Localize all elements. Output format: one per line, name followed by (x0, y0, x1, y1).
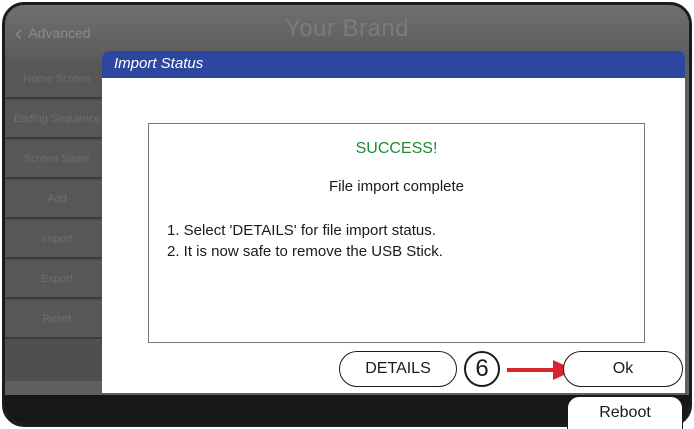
sidebar-item-reset[interactable]: Reset (5, 301, 109, 339)
import-status-dialog: Import Status SUCCESS! File import compl… (102, 51, 685, 393)
success-heading: SUCCESS! (355, 140, 438, 157)
sidebar-item-label: Home Screen (23, 72, 91, 85)
ok-button-label: Ok (612, 360, 634, 377)
sidebar-item-label: Import (41, 232, 73, 245)
ok-button[interactable]: Ok (563, 351, 683, 387)
sidebar-item-import[interactable]: Import (5, 221, 109, 259)
sidebar-item-label: Screen Saver (23, 152, 91, 165)
instruction-list: 1. Select 'DETAILS' for file import stat… (167, 220, 443, 262)
instruction-step: 1. Select 'DETAILS' for file import stat… (167, 222, 436, 239)
details-button[interactable]: DETAILS (339, 351, 457, 387)
reboot-button-label: Reboot (599, 404, 651, 421)
message-box: SUCCESS! File import complete 1. Select … (148, 123, 645, 343)
instruction-step: 2. It is now safe to remove the USB Stic… (167, 243, 443, 260)
sidebar-item-label: Reset (42, 312, 72, 325)
sidebar: Home Screen Ending Sequence Screen Saver… (5, 61, 109, 381)
details-button-label: DETAILS (365, 360, 431, 377)
sidebar-item-ending-sequence[interactable]: Ending Sequence (5, 101, 109, 139)
sidebar-item-label: Export (41, 272, 73, 285)
sidebar-item-home-screen[interactable]: Home Screen (5, 61, 109, 99)
step-callout: 6 (464, 351, 500, 387)
dialog-title: Import Status (102, 51, 685, 78)
sidebar-item-screen-saver[interactable]: Screen Saver (5, 141, 109, 179)
reboot-button[interactable]: Reboot (567, 396, 683, 429)
sidebar-item-label: Ending Sequence (13, 112, 101, 125)
sidebar-item-export[interactable]: Export (5, 261, 109, 299)
callout-number: 6 (475, 355, 489, 382)
brand-title: Your Brand (284, 15, 410, 42)
sidebar-item-label: Add (47, 192, 67, 205)
sidebar-item-add[interactable]: Add (5, 181, 109, 219)
status-message: File import complete (328, 178, 465, 195)
